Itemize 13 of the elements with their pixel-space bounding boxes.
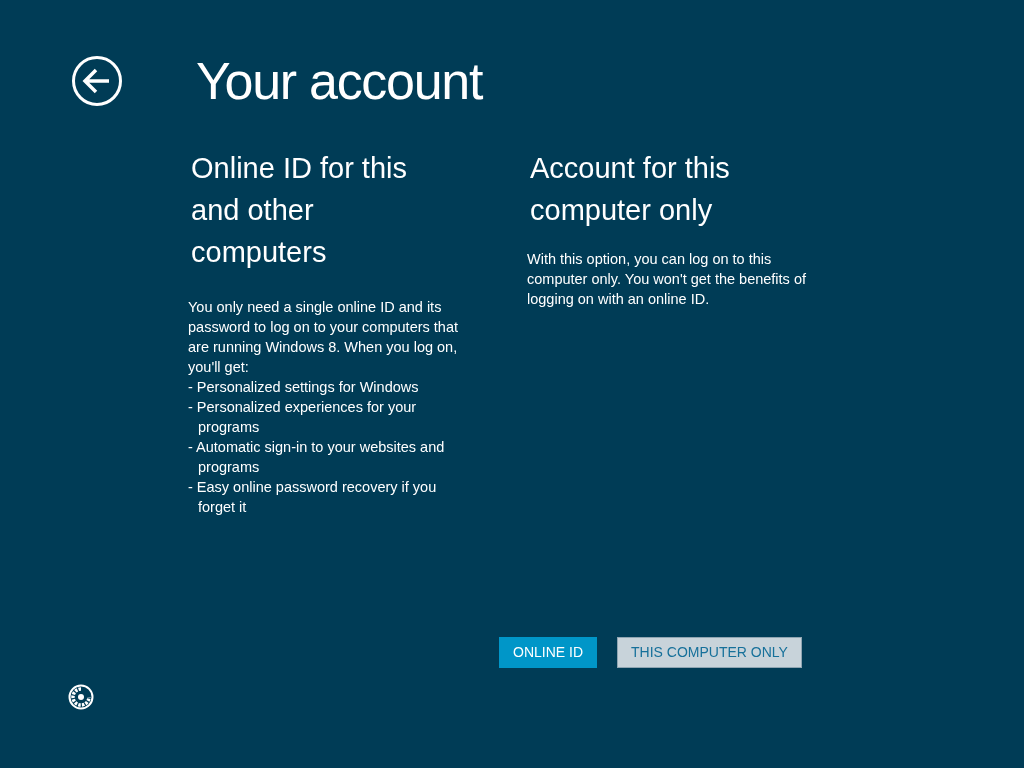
benefit-item: - Personalized experiences for your programs	[188, 398, 418, 437]
option-description: With this option, you can log on to this computer only. You won't get the benefits of logging on with an online ID.	[527, 250, 807, 309]
ease-of-access-icon[interactable]	[68, 684, 94, 710]
option-button[interactable]: THIS COMPUTER ONLY	[617, 637, 802, 668]
benefit-item: - Automatic sign-in to your websites and programs	[188, 438, 446, 477]
option-heading: Online ID for this and other computers	[190, 151, 408, 270]
page-title: Your account	[196, 55, 483, 107]
option-heading: Account for this computer only	[529, 151, 731, 228]
option-button[interactable]: ONLINE ID	[499, 637, 597, 668]
benefit-item: - Easy online password recovery if you forget it	[188, 478, 438, 517]
option-description: You only need a single online ID and its password to log on to your computers that are running Windows 8. When you log on, you'll get:	[188, 298, 459, 377]
benefit-item: - Personalized settings for Windows	[188, 378, 420, 397]
back-icon[interactable]	[71, 55, 123, 107]
